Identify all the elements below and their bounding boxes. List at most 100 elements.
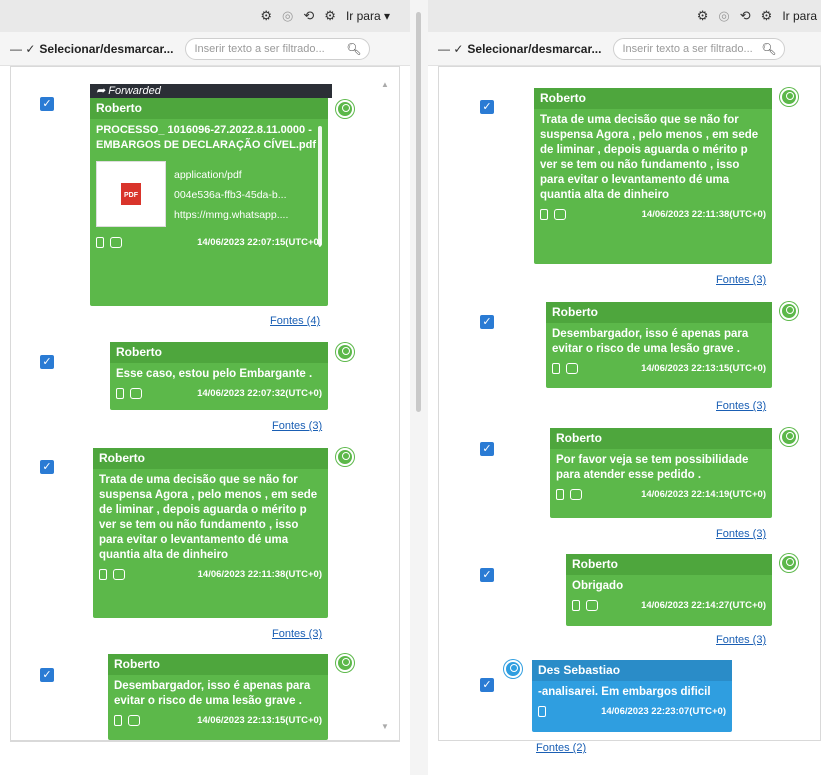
message-bubble: Roberto Desembargador, isso é apenas par… — [546, 302, 772, 388]
message-bubble: Roberto Obrigado 14/06/2023 22:14:27(UTC… — [566, 554, 772, 626]
search-icon[interactable]: 🔍︎ — [761, 42, 776, 56]
sender-name: Roberto — [108, 654, 328, 675]
phone-icon — [116, 388, 124, 399]
message-checkbox[interactable]: ✓ — [40, 668, 54, 682]
scroll-down-icon[interactable]: ▼ — [380, 722, 390, 731]
attachment-type: application/pdf — [174, 169, 242, 181]
search-icon[interactable]: 🔍︎ — [346, 42, 361, 56]
message-checkbox[interactable]: ✓ — [480, 100, 494, 114]
group-icon — [113, 569, 125, 580]
attachment[interactable]: PDF application/pdf 004e536a-ffb3-45da-b… — [96, 161, 322, 227]
phone-icon — [96, 237, 104, 248]
attachment-id: 004e536a-ffb3-45da-b... — [174, 189, 287, 201]
fontes-link[interactable]: Fontes (3) — [716, 528, 766, 540]
collapse-icon[interactable]: — ✓ — [438, 42, 463, 56]
message-footer: 14/06/2023 22:13:15(UTC+0) — [546, 359, 772, 380]
timestamp: 14/06/2023 22:14:19(UTC+0) — [641, 489, 766, 500]
search-replace-icon[interactable]: ⟲ — [303, 8, 314, 24]
phone-icon — [99, 569, 107, 580]
puzzle-icon[interactable]: ⚙ — [260, 8, 272, 24]
pdf-icon: PDF — [121, 183, 141, 205]
message-checkbox[interactable]: ✓ — [40, 355, 54, 369]
select-toggle-button[interactable]: Selecionar/desmarcar... — [467, 42, 601, 56]
left-panel: ⚙ ◎ ⟲ ⚙ Ir para ▾ — ✓ Selecionar/desmarc… — [0, 0, 410, 775]
message-footer: 14/06/2023 22:11:38(UTC+0) — [534, 205, 772, 226]
timestamp: 14/06/2023 22:07:32(UTC+0) — [197, 388, 322, 399]
message-checkbox[interactable]: ✓ — [480, 315, 494, 329]
sender-name: Roberto — [546, 302, 772, 323]
forwarded-label: Forwarded — [108, 85, 161, 97]
message-checkbox[interactable]: ✓ — [480, 568, 494, 582]
attachment-url[interactable]: https://mmg.whatsapp.... — [174, 205, 288, 225]
sender-name: Roberto — [534, 88, 772, 109]
group-icon — [586, 600, 598, 611]
settings-icon[interactable]: ⚙ — [324, 8, 336, 24]
filter-input[interactable]: Inserir texto a ser filtrado... 🔍︎ — [613, 37, 786, 60]
avatar-icon — [780, 428, 798, 446]
avatar-icon — [780, 88, 798, 106]
message-checkbox[interactable]: ✓ — [480, 442, 494, 456]
fontes-link[interactable]: Fontes (3) — [716, 634, 766, 646]
filter-input[interactable]: Inserir texto a ser filtrado... 🔍︎ — [185, 37, 371, 60]
message-footer: 14/06/2023 22:14:19(UTC+0) — [550, 485, 772, 506]
fontes-link[interactable]: Fontes (3) — [272, 420, 322, 432]
message-bubble: Roberto Por favor veja se tem possibilid… — [550, 428, 772, 518]
sender-name: Des Sebastiao — [532, 660, 732, 681]
divider-scrollbar[interactable] — [416, 12, 421, 412]
group-icon — [554, 209, 566, 220]
pdf-thumbnail[interactable]: PDF — [96, 161, 166, 227]
top-toolbar: ⚙ ◎ ⟲ ⚙ Ir para ▾ — [0, 0, 410, 32]
filter-toolbar: — ✓ Selecionar/desmarcar... Inserir text… — [428, 32, 821, 66]
fontes-link[interactable]: Fontes (3) — [272, 628, 322, 640]
message-footer: 14/06/2023 22:13:15(UTC+0) — [108, 711, 328, 732]
goto-menu[interactable]: Ir para ▾ — [346, 9, 390, 23]
fontes-link[interactable]: Fontes (4) — [270, 315, 320, 327]
avatar-icon — [504, 660, 522, 678]
fontes-link[interactable]: Fontes (3) — [716, 274, 766, 286]
bottom-cover — [10, 741, 400, 775]
avatar-icon — [336, 654, 354, 672]
sender-name: Roberto — [550, 428, 772, 449]
group-icon — [566, 363, 578, 374]
avatar-icon — [336, 448, 354, 466]
circle-icon[interactable]: ◎ — [282, 8, 293, 24]
phone-icon — [540, 209, 548, 220]
message-text: Por favor veja se tem possibilidade para… — [556, 454, 749, 481]
search-replace-icon[interactable]: ⟲ — [740, 8, 751, 24]
message-text: Trata de uma decisão que se não for susp… — [540, 114, 759, 201]
right-panel: ⚙ ◎ ⟲ ⚙ Ir para — ✓ Selecionar/desmarcar… — [428, 0, 821, 775]
select-toggle-button[interactable]: Selecionar/desmarcar... — [39, 42, 173, 56]
circle-icon[interactable]: ◎ — [718, 8, 729, 24]
message-checkbox[interactable]: ✓ — [480, 678, 494, 692]
avatar-icon — [336, 100, 354, 118]
timestamp: 14/06/2023 22:07:15(UTC+0) — [197, 237, 322, 248]
settings-icon[interactable]: ⚙ — [761, 8, 773, 24]
message-checkbox[interactable]: ✓ — [40, 97, 54, 111]
list-scrollbar[interactable]: ▲ ▼ — [380, 80, 390, 731]
message-bubble: Des Sebastiao -analisarei. Em embargos d… — [532, 660, 732, 732]
message-text: Desembargador, isso é apenas para evitar… — [114, 680, 311, 707]
scroll-up-icon[interactable]: ▲ — [380, 80, 390, 89]
group-icon — [570, 489, 582, 500]
fontes-link[interactable]: Fontes (2) — [536, 742, 586, 754]
collapse-icon[interactable]: — ✓ — [10, 42, 35, 56]
sender-name: Roberto — [93, 448, 328, 469]
fontes-link[interactable]: Fontes (3) — [716, 400, 766, 412]
goto-menu[interactable]: Ir para — [782, 9, 817, 23]
message-footer: 14/06/2023 22:11:38(UTC+0) — [93, 565, 328, 586]
timestamp: 14/06/2023 22:13:15(UTC+0) — [641, 363, 766, 374]
timestamp: 14/06/2023 22:11:38(UTC+0) — [641, 209, 766, 220]
phone-icon — [538, 706, 546, 717]
phone-icon — [552, 363, 560, 374]
panel-divider — [410, 0, 428, 775]
message-bubble: Roberto Trata de uma decisão que se não … — [93, 448, 328, 618]
puzzle-icon[interactable]: ⚙ — [697, 8, 709, 24]
message-bubble: Roberto Trata de uma decisão que se não … — [534, 88, 772, 264]
phone-icon — [556, 489, 564, 500]
message-checkbox[interactable]: ✓ — [40, 460, 54, 474]
avatar-icon — [336, 343, 354, 361]
message-footer: 14/06/2023 22:14:27(UTC+0) — [566, 596, 772, 617]
attachment-scrollbar[interactable] — [318, 126, 322, 246]
forwarded-banner: ➦ Forwarded — [90, 84, 332, 98]
sender-name: Roberto — [90, 98, 328, 119]
